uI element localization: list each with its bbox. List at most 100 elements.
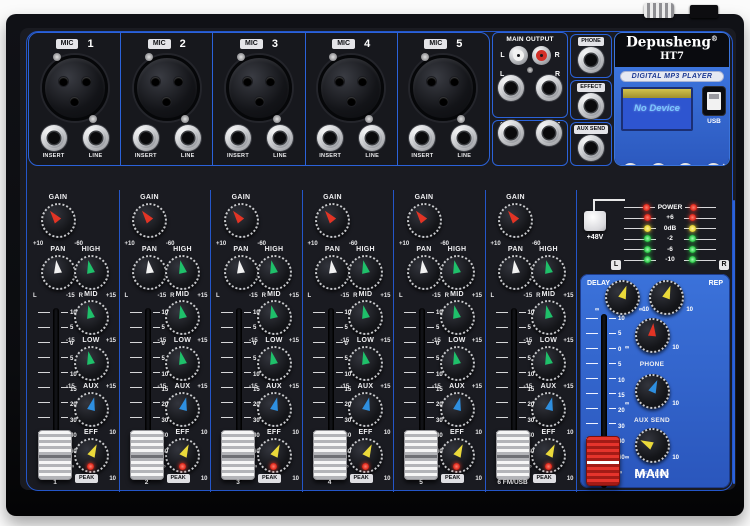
main-out-right-jack[interactable] [536, 75, 562, 101]
aux-send-knob[interactable] [635, 374, 670, 409]
channel-strip-1: GAIN+10-60 PANLR HIGH-15+15 MID-15+15 LO… [28, 190, 119, 492]
channel-fader[interactable]: 10 5 0 5 10 15 20 30 40 60 ∞ [398, 306, 448, 484]
main-fader[interactable]: 10 5 0 5 10 15 20 30 40 60 ∞ [580, 312, 630, 490]
gain-knob[interactable] [224, 203, 259, 238]
screw-icon [181, 115, 189, 123]
next-track-button[interactable] [650, 163, 667, 166]
phantom-power-button[interactable] [584, 211, 606, 231]
mic-label: MIC [332, 39, 355, 50]
line-jack[interactable] [175, 125, 201, 151]
phone-jack[interactable] [578, 47, 604, 73]
line-jack-col: LINE [267, 125, 293, 159]
gain-label: GAIN [122, 194, 178, 201]
channel-number: 1 [87, 38, 93, 50]
high-eq-knob[interactable] [257, 255, 292, 290]
main-output-box: MAIN OUTPUT L R LR [492, 32, 568, 118]
fader-cap[interactable] [313, 430, 347, 480]
channel-fader[interactable]: 10 5 0 5 10 15 20 30 40 60 ∞ [307, 306, 357, 484]
phone-level-knob[interactable] [635, 318, 670, 353]
line-jack[interactable] [83, 125, 109, 151]
effect-jack[interactable] [578, 93, 604, 119]
channel-fader[interactable]: 10 5 0 5 10 15 20 30 40 60 ∞ [32, 306, 82, 484]
fader-cap[interactable] [130, 430, 164, 480]
high-eq-knob[interactable] [348, 255, 383, 290]
insert-jack[interactable] [41, 125, 67, 151]
meter-led [689, 235, 696, 242]
prev-track-button[interactable] [622, 163, 639, 166]
line-jack[interactable] [267, 125, 293, 151]
fader-cap[interactable] [38, 430, 72, 480]
master-section: DELAY REP ∞10 ∞10 ∞10PHONE ∞10AUX SEND ∞… [580, 274, 730, 488]
insert-label: INSERT [225, 153, 251, 159]
high-eq-knob[interactable] [74, 255, 109, 290]
mic-label: MIC [240, 39, 263, 50]
gain-knob[interactable] [132, 203, 167, 238]
power-led-right [690, 204, 697, 211]
line-label: LINE [267, 153, 293, 159]
usb-port[interactable] [703, 87, 725, 115]
insert-jack-col: INSERT [409, 125, 435, 159]
screw-icon [89, 115, 97, 123]
gain-label: GAIN [305, 194, 361, 201]
fader-cap[interactable] [496, 430, 530, 480]
output-6-jack[interactable] [498, 120, 524, 146]
insert-label: INSERT [133, 153, 159, 159]
fader-cap[interactable] [221, 430, 255, 480]
main-fader-cap[interactable] [586, 436, 620, 486]
output-7-jack[interactable] [536, 120, 562, 146]
channel-fader[interactable]: 10 5 0 5 10 15 20 30 40 60 ∞ [490, 306, 540, 484]
main-out-left-jack[interactable] [498, 75, 524, 101]
high-eq-knob[interactable] [165, 255, 200, 290]
insert-jack[interactable] [317, 125, 343, 151]
rca-output-left[interactable] [509, 46, 528, 65]
gain-label: GAIN [488, 194, 544, 201]
fader-cap[interactable] [404, 430, 438, 480]
line-jack-col: LINE [83, 125, 109, 159]
play-pause-button[interactable] [677, 163, 694, 166]
main-output-title: MAIN OUTPUT [493, 36, 567, 43]
rca-output-right[interactable] [532, 46, 551, 65]
delay-knob[interactable] [605, 280, 640, 315]
line-jack[interactable] [359, 125, 385, 151]
xlr-mic-input[interactable] [134, 55, 200, 121]
meter-led [644, 246, 651, 253]
xlr-mic-input[interactable] [42, 55, 108, 121]
aux-send-jack[interactable] [578, 135, 604, 161]
channel-fader[interactable]: 10 5 0 5 10 15 20 30 40 60 ∞ [215, 306, 265, 484]
insert-jack-col: INSERT [317, 125, 343, 159]
meter-led [689, 214, 696, 221]
xlr-mic-input[interactable] [318, 55, 384, 121]
mid-eq-label: MID [429, 291, 485, 298]
mic-label: MIC [148, 39, 171, 50]
xlr-mic-input[interactable] [226, 55, 292, 121]
high-eq-label: HIGH [246, 246, 302, 253]
phone-jack-label: PHONE [578, 37, 604, 46]
insert-jack[interactable] [133, 125, 159, 151]
line-label: LINE [451, 153, 477, 159]
xlr-mic-input[interactable] [410, 55, 476, 121]
channel-number: 4 [364, 38, 370, 50]
mic-channel-4: MIC4 INSERT LINE [305, 33, 397, 165]
product-photo: { "labels": { "mic": "MIC", "insert": "I… [0, 0, 750, 526]
lcd-text: No Device [623, 103, 691, 114]
rear-power-switch[interactable] [690, 5, 718, 18]
high-eq-knob[interactable] [531, 255, 566, 290]
channel-strip-3: GAIN+10-60 PANLR HIGH-15+15 MID-15+15 LO… [210, 190, 302, 492]
gain-knob[interactable] [315, 203, 350, 238]
rep-knob[interactable] [649, 280, 684, 315]
mp3-panel: DIGITAL MP3 PLAYER No Device USB I◀◀ ▶▶I… [615, 67, 729, 165]
insert-jack[interactable] [225, 125, 251, 151]
insert-jack[interactable] [409, 125, 435, 151]
eff-send-knob[interactable] [635, 428, 670, 463]
channel-number: 3 [272, 38, 278, 50]
channel-fader[interactable]: 10 5 0 5 10 15 20 30 40 60 ∞ [124, 306, 174, 484]
gain-knob[interactable] [407, 203, 442, 238]
gain-knob[interactable] [41, 203, 76, 238]
aux-send-jack-label: AUX SEND [574, 125, 608, 134]
meter-led [644, 235, 651, 242]
high-eq-knob[interactable] [440, 255, 475, 290]
gain-knob[interactable] [498, 203, 533, 238]
screw-icon [329, 53, 337, 61]
mid-eq-label: MID [338, 291, 394, 298]
line-jack[interactable] [451, 125, 477, 151]
